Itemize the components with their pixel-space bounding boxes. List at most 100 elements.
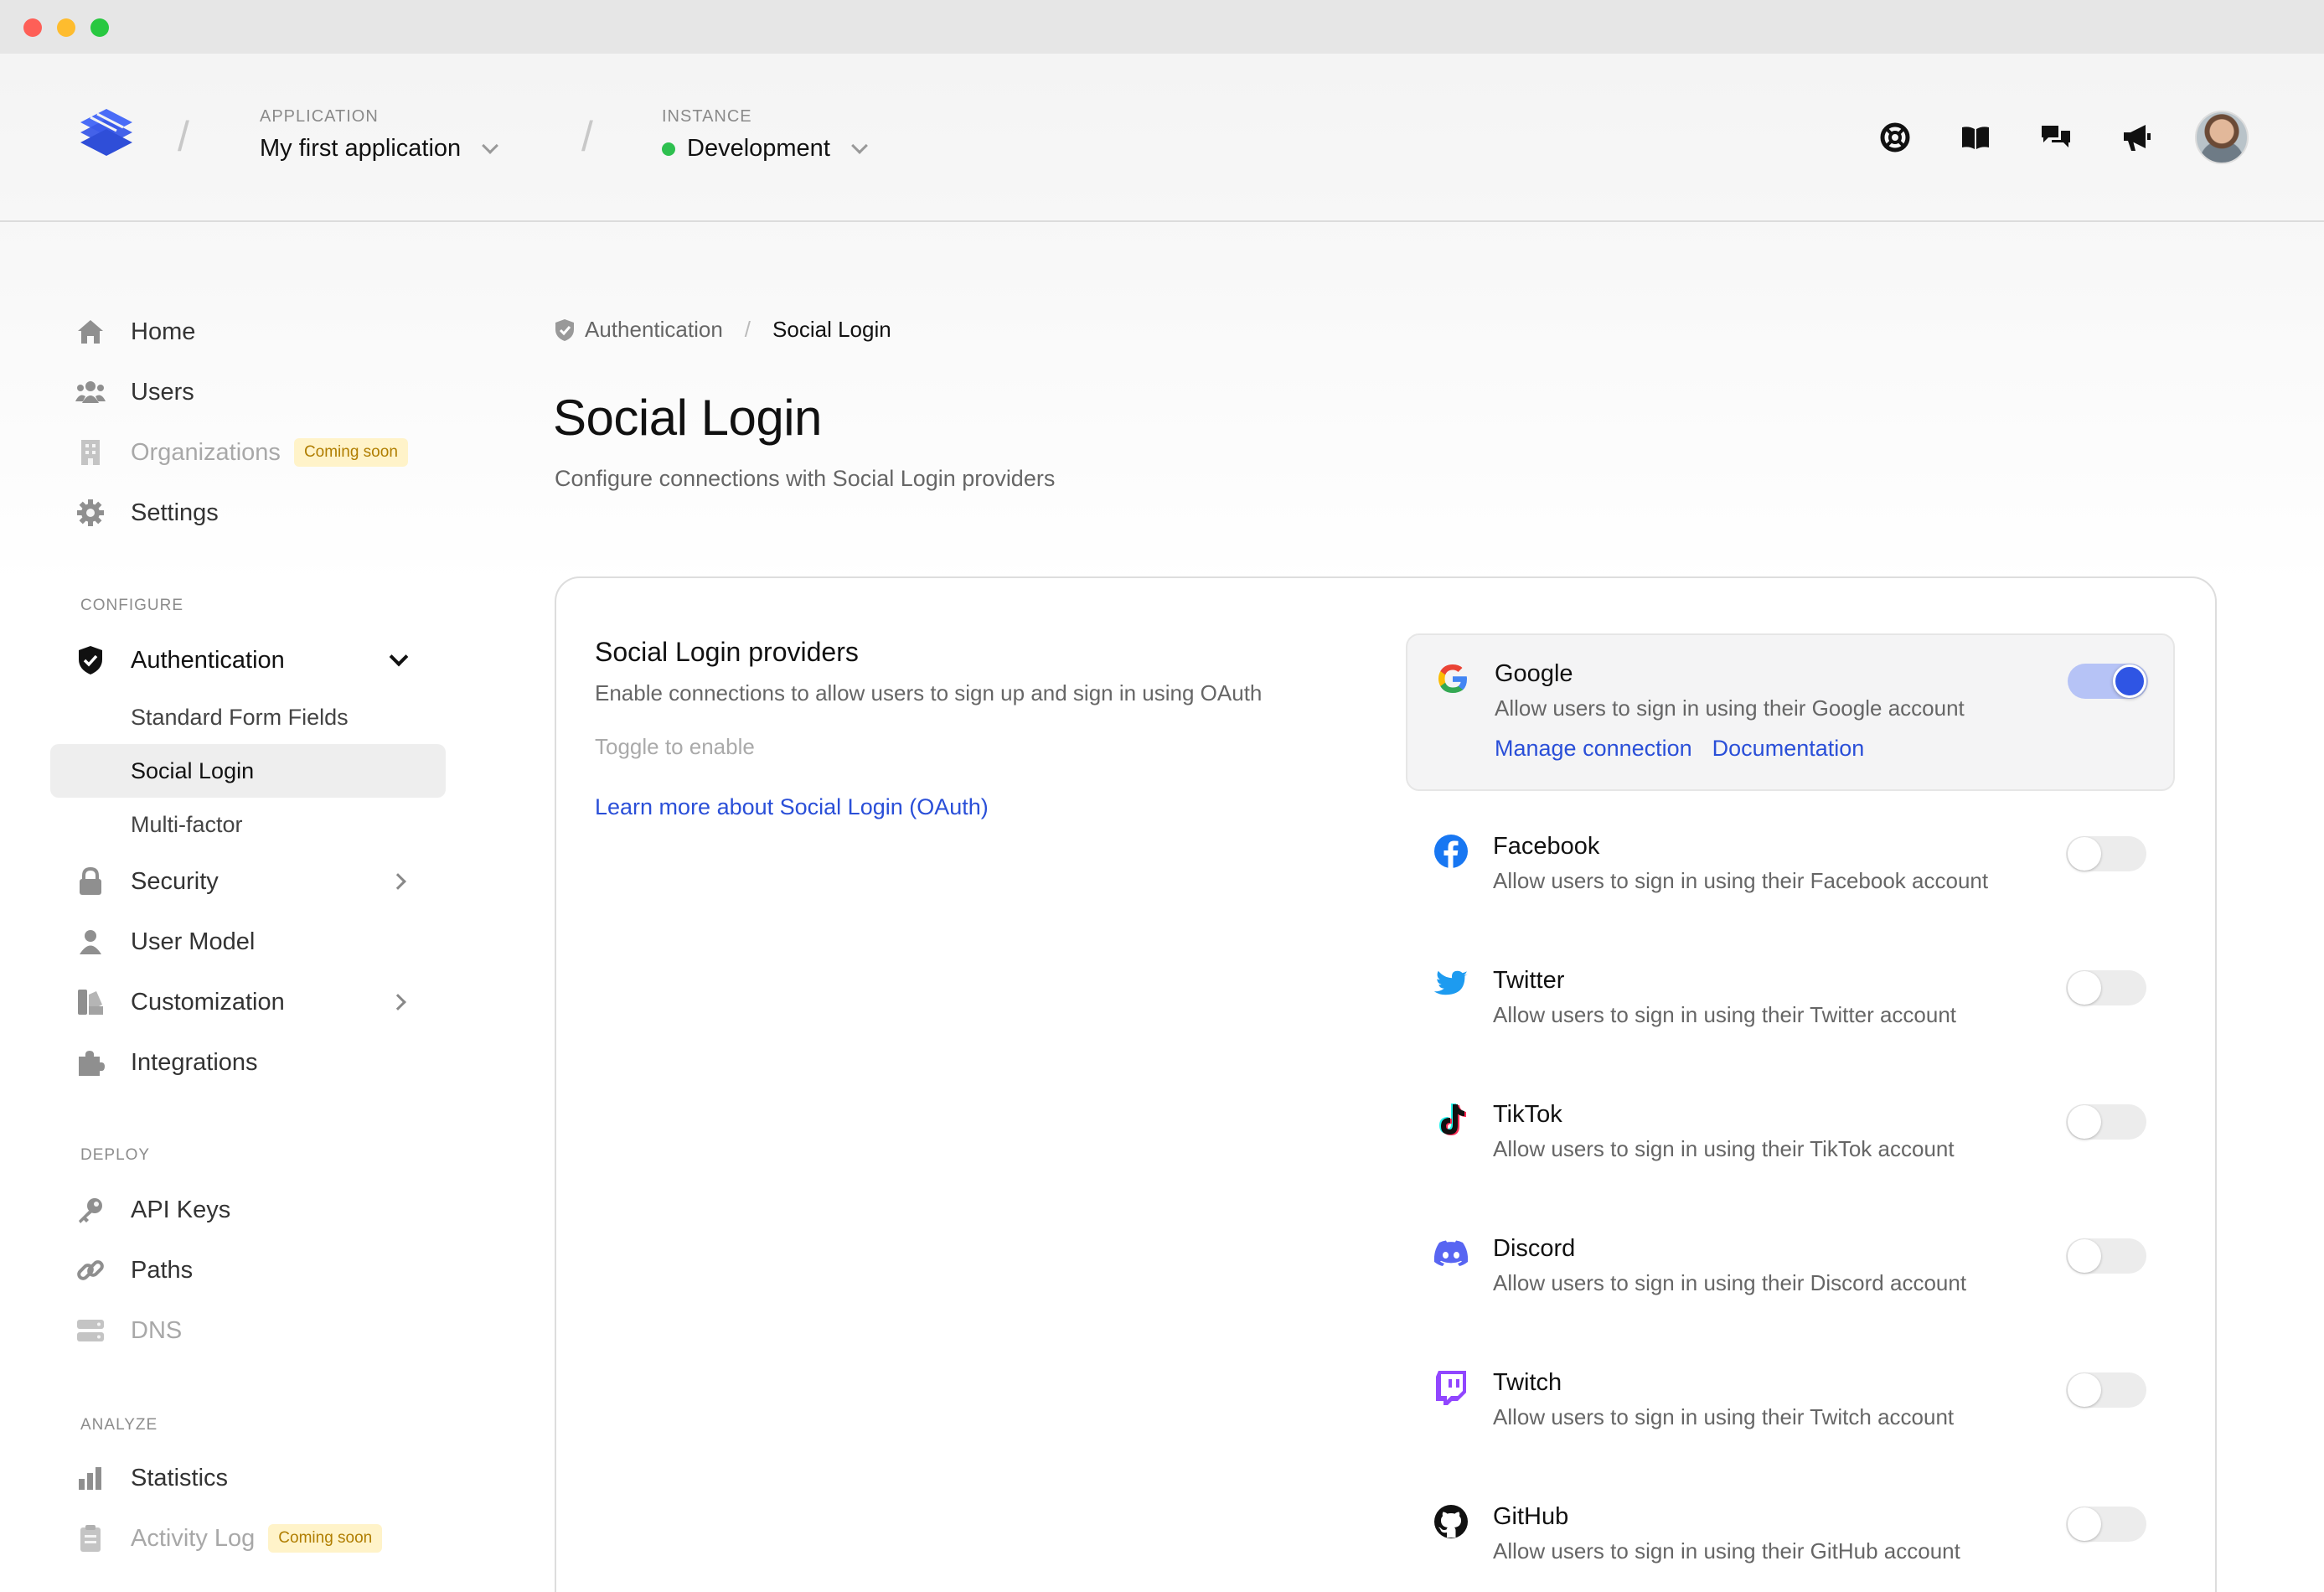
- provider-description: Allow users to sign in using their Googl…: [1495, 695, 1965, 721]
- logo-icon[interactable]: [77, 104, 136, 163]
- chevron-down-icon: [389, 647, 409, 667]
- breadcrumb: Authentication / Social Login: [555, 317, 891, 343]
- twitch-icon: [1433, 1369, 1469, 1406]
- documentation-link[interactable]: Documentation: [1712, 736, 1865, 762]
- instance-status-dot: [662, 142, 675, 156]
- breadcrumb-current: Social Login: [772, 317, 891, 342]
- sidebar-item-label: DNS: [131, 1316, 183, 1344]
- sidebar-item-users[interactable]: Users: [50, 365, 446, 419]
- coming-soon-badge: Coming soon: [293, 438, 408, 467]
- manage-connection-link[interactable]: Manage connection: [1495, 736, 1692, 762]
- app-window: / APPLICATION My first application / INS…: [0, 0, 2324, 1592]
- application-switcher[interactable]: APPLICATION My first application: [260, 107, 499, 163]
- application-name: My first application: [260, 135, 462, 162]
- sidebar-item-api-keys[interactable]: API Keys: [50, 1183, 446, 1237]
- twitch-toggle[interactable]: [2066, 1372, 2146, 1408]
- provider-description: Allow users to sign in using their GitHu…: [1493, 1538, 1960, 1564]
- shield-icon: [555, 318, 575, 342]
- chat-icon[interactable]: [2039, 121, 2073, 154]
- provider-name: Twitter: [1493, 967, 1565, 994]
- support-icon[interactable]: [1878, 121, 1912, 154]
- shield-icon: [75, 645, 106, 675]
- top-header: / APPLICATION My first application / INS…: [0, 54, 2324, 222]
- minimize-window-button[interactable]: [57, 18, 75, 37]
- google-toggle[interactable]: [2068, 664, 2148, 699]
- gear-icon: [75, 498, 106, 528]
- provider-row-google: Google Allow users to sign in using thei…: [1406, 633, 2175, 791]
- toggle-knob: [2068, 1239, 2101, 1273]
- sidebar-item-home[interactable]: Home: [50, 305, 446, 359]
- sidebar-item-label: Security: [131, 867, 219, 895]
- header-separator: /: [581, 113, 593, 160]
- provider-description: Allow users to sign in using their Twitc…: [1493, 1404, 1955, 1429]
- sidebar-item-customization[interactable]: Customization: [50, 975, 446, 1029]
- user-avatar[interactable]: [2195, 111, 2249, 164]
- sidebar-item-label: Customization: [131, 988, 285, 1016]
- provider-row-github: GitHub Allow users to sign in using thei…: [1406, 1478, 2175, 1592]
- chevron-down-icon: [482, 137, 499, 154]
- docs-book-icon[interactable]: [1959, 121, 1992, 154]
- instance-switcher[interactable]: INSTANCE Development: [662, 107, 868, 163]
- sidebar-item-paths[interactable]: Paths: [50, 1243, 446, 1297]
- discord-toggle[interactable]: [2066, 1238, 2146, 1274]
- sidebar-item-activity-log[interactable]: Activity Log Coming soon: [50, 1512, 446, 1565]
- sidebar-item-label: Authentication: [131, 646, 285, 674]
- users-icon: [75, 377, 106, 407]
- sidebar-item-statistics[interactable]: Statistics: [50, 1451, 446, 1505]
- instance-label: INSTANCE: [662, 107, 752, 126]
- sidebar-item-social-login[interactable]: Social Login: [50, 744, 446, 798]
- home-icon: [75, 317, 106, 347]
- sidebar-item-settings[interactable]: Settings: [50, 486, 446, 540]
- close-window-button[interactable]: [23, 18, 42, 37]
- provider-name: GitHub: [1493, 1503, 1569, 1530]
- sidebar-item-label: Activity Log: [131, 1524, 256, 1552]
- sidebar-item-dns[interactable]: DNS: [50, 1304, 446, 1357]
- toggle-knob: [2068, 1373, 2101, 1407]
- window-titlebar: [0, 0, 2324, 54]
- breadcrumb-separator: /: [744, 317, 751, 342]
- announcements-megaphone-icon[interactable]: [2120, 121, 2153, 154]
- key-icon: [75, 1195, 106, 1225]
- toggle-knob: [2068, 1507, 2101, 1541]
- chevron-down-icon: [850, 137, 868, 154]
- provider-description: Allow users to sign in using their TikTo…: [1493, 1136, 1955, 1161]
- chevron-right-icon: [390, 873, 406, 890]
- sidebar-item-authentication[interactable]: Authentication: [50, 633, 446, 687]
- sidebar-item-standard-form-fields[interactable]: Standard Form Fields: [50, 690, 446, 744]
- twitter-icon: [1433, 967, 1469, 1004]
- sidebar-item-label: User Model: [131, 928, 256, 955]
- sidebar-item-security[interactable]: Security: [50, 855, 446, 908]
- learn-more-link[interactable]: Learn more about Social Login (OAuth): [595, 794, 989, 820]
- page-subtitle: Configure connections with Social Login …: [555, 466, 1056, 491]
- provider-name: Twitch: [1493, 1369, 1562, 1396]
- sidebar-item-user-model[interactable]: User Model: [50, 915, 446, 969]
- sidebar-item-label: Home: [131, 318, 196, 345]
- card-description: Enable connections to allow users to sig…: [595, 680, 1263, 706]
- provider-name: TikTok: [1493, 1101, 1562, 1128]
- tiktok-toggle[interactable]: [2066, 1104, 2146, 1140]
- github-toggle[interactable]: [2066, 1507, 2146, 1542]
- sidebar-item-organizations[interactable]: Organizations Coming soon: [50, 426, 446, 479]
- card-hint: Toggle to enable: [595, 734, 755, 759]
- toggle-knob: [2068, 1105, 2101, 1139]
- maximize-window-button[interactable]: [90, 18, 109, 37]
- twitter-toggle[interactable]: [2066, 970, 2146, 1005]
- chevron-right-icon: [390, 994, 406, 1011]
- palette-icon: [75, 987, 106, 1017]
- facebook-toggle[interactable]: [2066, 836, 2146, 871]
- toggle-knob: [2113, 664, 2146, 698]
- sidebar-item-integrations[interactable]: Integrations: [50, 1036, 446, 1089]
- clipboard-icon: [75, 1523, 106, 1553]
- provider-description: Allow users to sign in using their Disco…: [1493, 1270, 1967, 1295]
- provider-description: Allow users to sign in using their Twitt…: [1493, 1002, 1957, 1027]
- sidebar-item-label: API Keys: [131, 1196, 231, 1223]
- sidebar-item-label: Standard Form Fields: [131, 704, 349, 730]
- toggle-knob: [2068, 837, 2101, 871]
- instance-name: Development: [687, 135, 830, 162]
- link-icon: [75, 1255, 106, 1285]
- server-icon: [75, 1315, 106, 1346]
- sidebar-item-multi-factor[interactable]: Multi-factor: [50, 798, 446, 851]
- sidebar-item-label: Settings: [131, 499, 219, 526]
- card-title: Social Login providers: [595, 637, 859, 667]
- breadcrumb-parent[interactable]: Authentication: [585, 317, 723, 343]
